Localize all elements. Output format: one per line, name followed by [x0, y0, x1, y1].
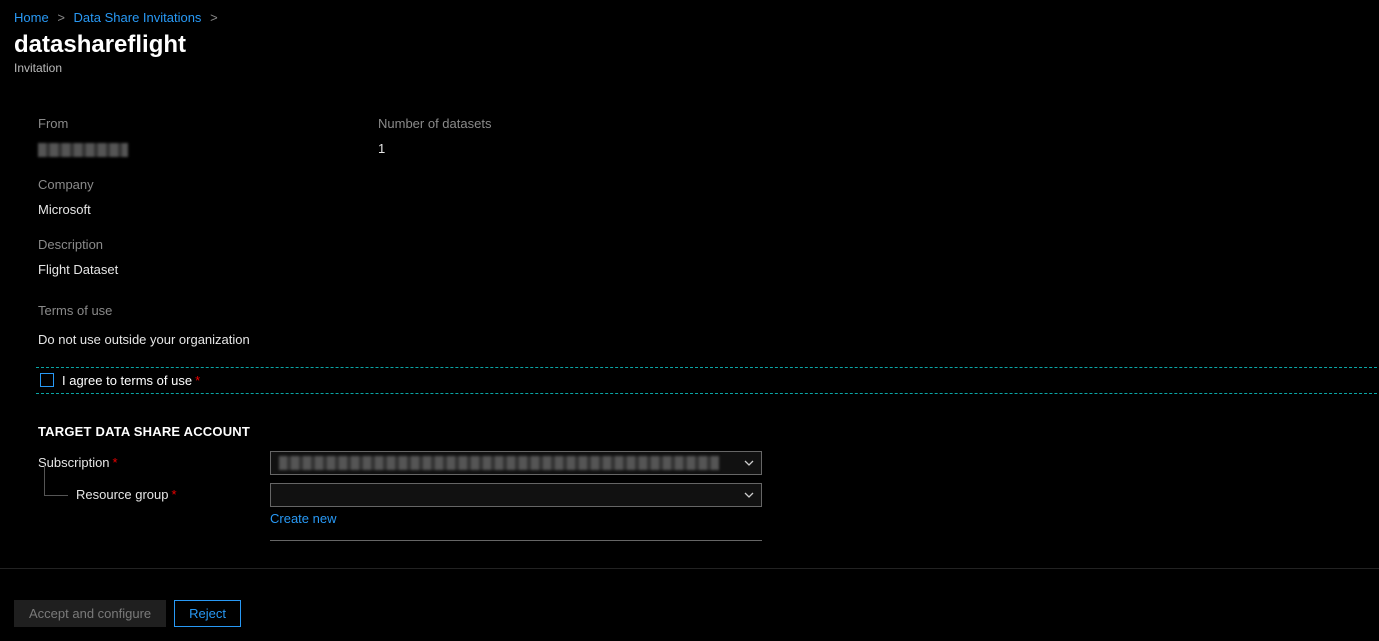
accept-configure-button[interactable]: Accept and configure [14, 600, 166, 627]
page-title: datashareflight [0, 25, 1379, 59]
datasets-label: Number of datasets [378, 116, 718, 131]
breadcrumb-home[interactable]: Home [14, 10, 49, 25]
terms-label: Terms of use [38, 303, 1379, 318]
page-subtitle: Invitation [0, 59, 1379, 75]
tree-line [44, 465, 45, 495]
datasets-value: 1 [378, 141, 718, 156]
required-indicator: * [113, 455, 118, 470]
create-new-link[interactable]: Create new [270, 511, 336, 526]
required-indicator: * [195, 373, 200, 388]
partial-select-border [270, 540, 762, 541]
redacted-text [279, 456, 719, 470]
redacted-text [38, 143, 128, 157]
terms-agree-row: I agree to terms of use * [36, 367, 1377, 394]
terms-value: Do not use outside your organization [38, 332, 1379, 347]
footer-actions: Accept and configure Reject [14, 600, 241, 627]
resource-group-select[interactable] [270, 483, 762, 507]
resource-group-label: Resource group* [38, 483, 270, 502]
chevron-down-icon [743, 489, 755, 501]
required-indicator: * [172, 487, 177, 502]
tree-line [44, 495, 68, 496]
company-value: Microsoft [38, 202, 378, 217]
description-value: Flight Dataset [38, 262, 378, 277]
footer-divider [0, 568, 1379, 569]
chevron-right-icon: > [210, 10, 218, 25]
reject-button[interactable]: Reject [174, 600, 241, 627]
agree-checkbox[interactable] [40, 373, 54, 387]
from-label: From [38, 116, 378, 131]
agree-label: I agree to terms of use [62, 373, 192, 388]
company-label: Company [38, 177, 378, 192]
breadcrumb: Home > Data Share Invitations > [0, 0, 1379, 25]
from-value [38, 141, 378, 157]
subscription-label: Subscription* [38, 451, 270, 470]
breadcrumb-invitations[interactable]: Data Share Invitations [74, 10, 202, 25]
description-label: Description [38, 237, 378, 252]
subscription-select[interactable] [270, 451, 762, 475]
invitation-details: From Company Microsoft Description Fligh… [38, 110, 1379, 544]
chevron-down-icon [743, 457, 755, 469]
target-account-header: TARGET DATA SHARE ACCOUNT [38, 424, 1379, 439]
chevron-right-icon: > [57, 10, 65, 25]
